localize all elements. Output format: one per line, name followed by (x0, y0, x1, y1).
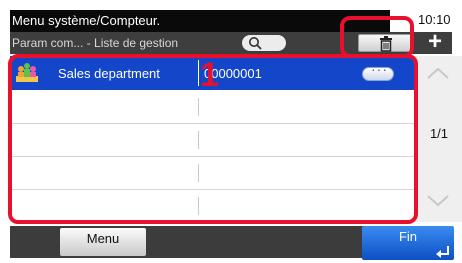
enter-icon (436, 246, 449, 258)
page-indicator: 1/1 (429, 126, 449, 141)
bottom-bar: Menu Fin (10, 226, 454, 260)
highlight-delete-frame (340, 16, 414, 58)
chevron-down-icon[interactable] (422, 188, 454, 212)
search-icon (249, 37, 262, 50)
chevron-up-icon[interactable] (422, 62, 454, 86)
search-button[interactable] (242, 35, 286, 51)
scroll-panel: 1/1 (414, 56, 462, 222)
fin-button[interactable]: Fin (362, 226, 454, 260)
screen-title: Menu système/Compteur. (12, 13, 161, 28)
fin-label: Fin (398, 229, 418, 244)
plus-icon[interactable]: + (420, 30, 450, 55)
clock: 10:10 (418, 12, 451, 27)
callout-number: 1 (200, 56, 219, 94)
breadcrumb: Param com... - Liste de gestion (12, 36, 179, 50)
title-background: Menu système/Compteur. (10, 10, 390, 32)
menu-button[interactable]: Menu (60, 228, 146, 256)
